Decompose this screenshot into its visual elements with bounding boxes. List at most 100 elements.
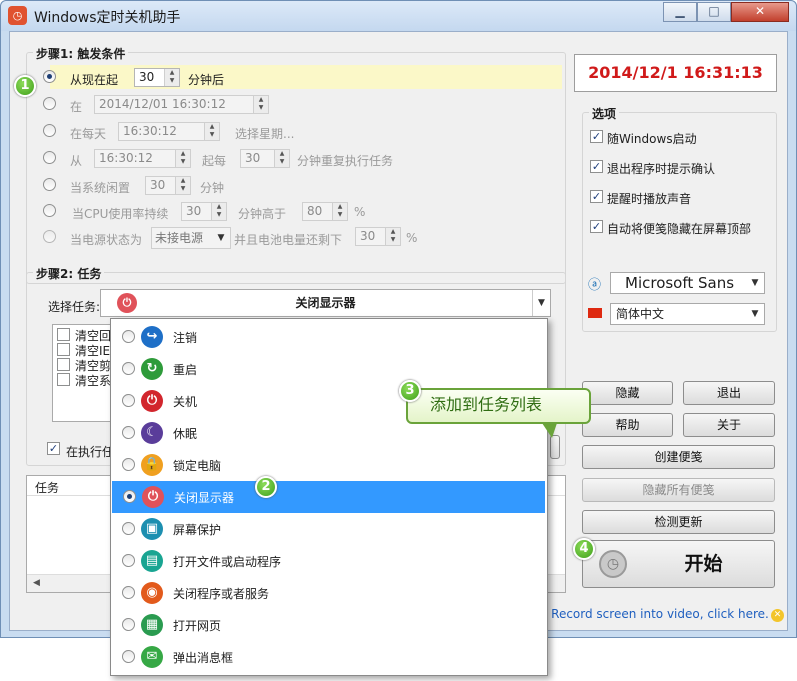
cpu-minutes-input[interactable]: 30 ▲ ▼ [181, 202, 227, 221]
power-state-label: 当电源状态为 [70, 233, 143, 247]
option-label: 关闭程序或者服务 [173, 587, 270, 601]
minimize-button[interactable]: ▁ [663, 2, 697, 22]
web-icon: ▦ [141, 614, 163, 636]
step-badge-1: 1 [14, 75, 36, 97]
radio-cpu-usage[interactable] [43, 204, 56, 217]
option-radio[interactable] [122, 426, 135, 439]
option-radio[interactable] [122, 522, 135, 535]
close-button[interactable]: ✕ [731, 2, 789, 22]
from-now-label: 从现在起 [70, 73, 119, 87]
china-flag-icon [588, 308, 602, 318]
monitor-off-icon: ⏻ [142, 486, 164, 508]
dropdown-option[interactable]: ⏻ 关闭显示器 [112, 481, 545, 513]
auto-hide-notes-label: 自动将便笺隐藏在屏幕顶部 [607, 222, 752, 236]
play-sound-checkbox[interactable]: ✓ [590, 190, 603, 203]
create-note-button[interactable]: 创建便笺 [582, 445, 775, 469]
option-radio[interactable] [123, 490, 136, 503]
add-task-button[interactable] [550, 435, 560, 459]
task-list-box[interactable]: 清空回 清空IE 清空剪 清空系 [52, 324, 112, 422]
radio-repeat-from[interactable] [43, 151, 56, 164]
selected-row-highlight [50, 65, 562, 89]
task-item-checkbox[interactable] [57, 343, 70, 356]
power-state-select[interactable]: 未接电源 ▼ [151, 227, 231, 249]
hide-button[interactable]: 隐藏 [582, 381, 673, 405]
dropdown-option[interactable]: ◉ 关闭程序或者服务 [111, 577, 547, 609]
repeat-interval-input[interactable]: 30 ▲ ▼ [240, 149, 290, 168]
dropdown-option[interactable]: ↻ 重启 [111, 353, 547, 385]
option-radio[interactable] [122, 330, 135, 343]
trigger-group-title: 步骤1: 触发条件 [33, 45, 129, 62]
option-radio[interactable] [122, 650, 135, 663]
dropdown-option[interactable]: ▦ 打开网页 [111, 609, 547, 641]
choose-weekday-link[interactable]: 选择星期... [235, 125, 294, 142]
scroll-left-icon[interactable]: ◀ [33, 578, 40, 588]
repeat-start-time-input[interactable]: 16:30:12 ▲ ▼ [94, 149, 191, 168]
cpu-usage-label: 当CPU使用率持续 [72, 207, 169, 221]
exit-button[interactable]: 退出 [683, 381, 775, 405]
every-day-time-input[interactable]: 16:30:12 ▲ ▼ [118, 122, 220, 141]
language-select[interactable]: 简体中文 ▼ [610, 303, 765, 325]
step-badge-4: 4 [573, 538, 595, 560]
task-dropdown-list[interactable]: ↪ 注销 ↻ 重启 ⏻ 关机 ☾ 休眠 🔒 锁定电脑 ⏻ 关闭显示器 ▣ 屏幕保护 ▤ 打开文件或启动程序 ◉ 关… [110, 318, 548, 676]
at-datetime-input[interactable]: 2014/12/01 16:30:12 ▲ ▼ [94, 95, 269, 114]
radio-every-day[interactable] [43, 124, 56, 137]
system-idle-label: 当系统闲置 [70, 181, 131, 195]
radio-from-now[interactable] [43, 70, 56, 83]
radio-at-time[interactable] [43, 97, 56, 110]
font-select[interactable]: Microsoft Sans ▼ [610, 272, 765, 294]
about-button[interactable]: 关于 [683, 413, 775, 437]
battery-percent-input[interactable]: 30 ▲ ▼ [355, 227, 401, 246]
exec-option-label: 在执行任 [66, 445, 115, 459]
option-radio[interactable] [122, 362, 135, 375]
battery-percent-sign: % [406, 231, 418, 245]
monitor-off-icon: ⏻ [117, 293, 137, 313]
option-label: 打开网页 [173, 619, 222, 633]
radio-system-idle[interactable] [43, 178, 56, 191]
option-radio[interactable] [122, 394, 135, 407]
task-item-checkbox[interactable] [57, 358, 70, 371]
chevron-down-icon[interactable]: ▼ [532, 290, 550, 316]
option-radio[interactable] [122, 458, 135, 471]
task-item-checkbox[interactable] [57, 373, 70, 386]
cpu-percent-input[interactable]: 80 ▲ ▼ [302, 202, 348, 221]
dropdown-option[interactable]: 🔒 锁定电脑 [111, 449, 547, 481]
confirm-exit-checkbox[interactable]: ✓ [590, 160, 603, 173]
options-group-title: 选项 [589, 105, 620, 122]
message-icon: ✉ [141, 646, 163, 668]
cpu-percent-sign: % [354, 205, 366, 219]
task-select[interactable]: ⏻ 关闭显示器 ▼ [100, 289, 551, 317]
option-label: 重启 [173, 363, 198, 377]
screensaver-icon: ▣ [141, 518, 163, 540]
dropdown-option[interactable]: ▤ 打开文件或启动程序 [111, 545, 547, 577]
step-badge-2: 2 [255, 476, 277, 498]
dropdown-option[interactable]: ↪ 注销 [111, 321, 547, 353]
option-label: 锁定电脑 [173, 459, 222, 473]
option-radio[interactable] [122, 618, 135, 631]
start-button[interactable]: ◷ 开始 [582, 540, 775, 588]
radio-power-state[interactable] [43, 230, 56, 243]
help-button[interactable]: 帮助 [582, 413, 673, 437]
dropdown-option[interactable]: ✉ 弹出消息框 [111, 641, 547, 673]
check-update-button[interactable]: 检测更新 [582, 510, 775, 534]
record-screen-link[interactable]: o Record screen into video, click here. [540, 607, 769, 621]
option-radio[interactable] [122, 554, 135, 567]
from-now-minutes-input[interactable]: 30 ▲ ▼ [134, 68, 180, 87]
auto-hide-notes-checkbox[interactable]: ✓ [590, 220, 603, 233]
task-column-header: 任务 [35, 481, 60, 495]
repeat-suffix: 分钟重复执行任务 [297, 154, 394, 168]
option-label: 弹出消息框 [173, 651, 234, 665]
at-time-label: 在 [70, 100, 83, 114]
close-tip-icon[interactable]: ✕ [771, 609, 784, 622]
option-radio[interactable] [122, 586, 135, 599]
select-task-label: 选择任务: [48, 300, 101, 314]
title-bar[interactable]: ◷ Windows定时关机助手 ▁ □ ✕ [1, 1, 796, 31]
task-item-checkbox[interactable] [57, 328, 70, 341]
every-day-label: 在每天 [70, 127, 107, 141]
dropdown-option[interactable]: ▣ 屏幕保护 [111, 513, 547, 545]
exec-option-checkbox[interactable]: ✓ [47, 442, 60, 455]
start-with-windows-checkbox[interactable]: ✓ [590, 130, 603, 143]
idle-minutes-input[interactable]: 30 ▲ ▼ [145, 176, 191, 195]
font-icon: ⓐ [588, 278, 602, 293]
hide-all-notes-button[interactable]: 隐藏所有便笺 [582, 478, 775, 502]
maximize-button[interactable]: □ [697, 2, 731, 22]
